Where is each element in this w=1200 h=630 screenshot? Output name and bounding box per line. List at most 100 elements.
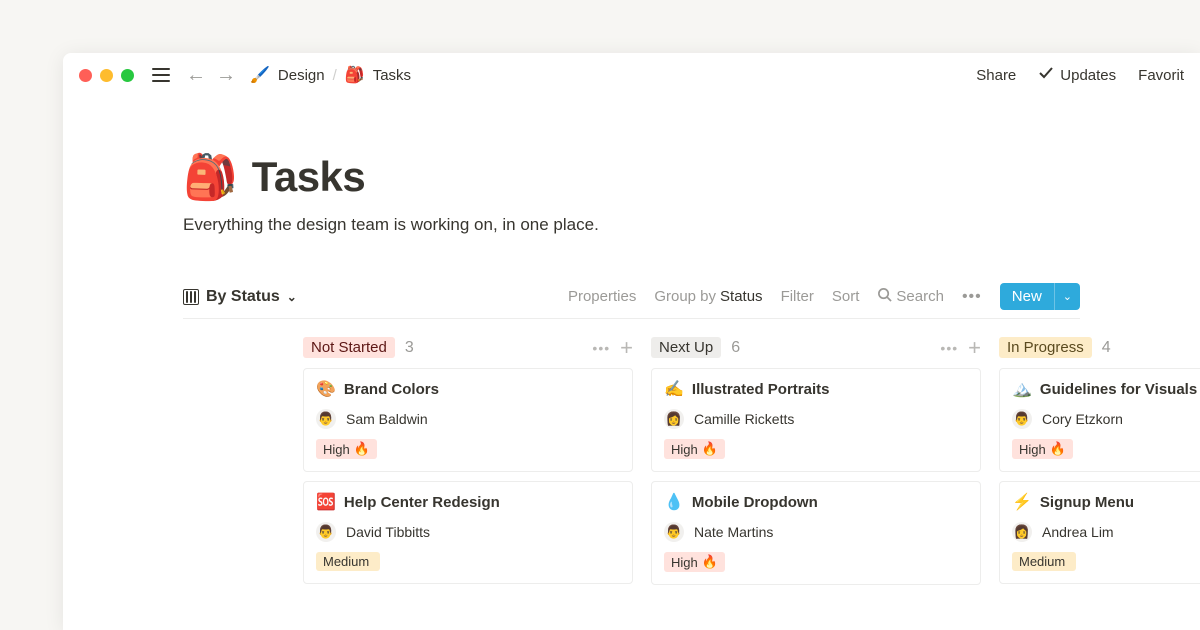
view-selector[interactable]: By Status ⌄ — [183, 288, 297, 306]
breadcrumb-parent-icon: 🖌️ — [250, 65, 270, 85]
priority-label: Medium — [1019, 554, 1065, 569]
card-title-row: 🏔️ Guidelines for Visuals — [1012, 379, 1200, 399]
card-assignee: 👨 Nate Martins — [664, 522, 968, 542]
card-title-row: ⚡ Signup Menu — [1012, 492, 1200, 512]
column-add-button[interactable]: + — [620, 340, 633, 356]
assignee-name: Andrea Lim — [1042, 524, 1114, 540]
avatar: 👨 — [316, 522, 336, 542]
task-card[interactable]: 🎨 Brand Colors 👨 Sam Baldwin High 🔥 — [303, 368, 633, 472]
card-icon: ✍️ — [664, 379, 684, 399]
avatar: 👨 — [664, 522, 684, 542]
priority-label: High — [323, 442, 350, 457]
column-actions: ••• + — [940, 340, 981, 356]
card-title: Signup Menu — [1040, 494, 1134, 511]
assignee-name: Camille Ricketts — [694, 411, 794, 427]
card-title: Illustrated Portraits — [692, 381, 830, 398]
column-count: 6 — [731, 339, 740, 357]
priority-tag: High 🔥 — [664, 439, 725, 459]
assignee-name: Sam Baldwin — [346, 411, 428, 427]
card-assignee: 👨 David Tibbitts — [316, 522, 620, 542]
assignee-name: Nate Martins — [694, 524, 773, 540]
task-card[interactable]: ⚡ Signup Menu 👩 Andrea Lim Medium — [999, 481, 1200, 584]
avatar: 👨 — [1012, 409, 1032, 429]
share-button[interactable]: Share — [976, 67, 1016, 84]
column-status-tag[interactable]: In Progress — [999, 337, 1092, 358]
app-window: ← → 🖌️ Design / 🎒 Tasks Share Updates Fa… — [63, 53, 1200, 630]
check-icon — [1038, 65, 1054, 85]
column-actions: ••• + — [592, 340, 633, 356]
menu-icon[interactable] — [152, 68, 170, 82]
new-button-group: New ⌄ — [1000, 283, 1080, 310]
updates-label: Updates — [1060, 67, 1116, 84]
page-title[interactable]: Tasks — [252, 153, 365, 201]
more-options-button[interactable]: ••• — [962, 288, 982, 306]
priority-label: Medium — [323, 554, 369, 569]
favorite-button[interactable]: Favorit — [1138, 67, 1184, 84]
column-count: 3 — [405, 339, 414, 357]
priority-emoji-icon: 🔥 — [702, 441, 718, 457]
new-button-dropdown[interactable]: ⌄ — [1054, 283, 1080, 310]
priority-emoji-icon: 🔥 — [1050, 441, 1066, 457]
priority-emoji-icon: 🔥 — [354, 441, 370, 457]
view-label: By Status — [206, 288, 280, 306]
maximize-window-button[interactable] — [121, 69, 134, 82]
card-assignee: 👨 Cory Etzkorn — [1012, 409, 1200, 429]
avatar: 👩 — [664, 409, 684, 429]
task-card[interactable]: 🏔️ Guidelines for Visuals 👨 Cory Etzkorn… — [999, 368, 1200, 472]
priority-label: High — [671, 555, 698, 570]
task-card[interactable]: 💧 Mobile Dropdown 👨 Nate Martins High 🔥 — [651, 481, 981, 585]
breadcrumb-parent[interactable]: Design — [278, 67, 325, 84]
task-card[interactable]: 🆘 Help Center Redesign 👨 David Tibbitts … — [303, 481, 633, 584]
column-count: 4 — [1102, 339, 1111, 357]
groupby-button[interactable]: Group by Status — [654, 288, 762, 305]
topbar-actions: Share Updates Favorit — [976, 65, 1184, 85]
sort-button[interactable]: Sort — [832, 288, 860, 305]
breadcrumb-separator: / — [333, 67, 337, 84]
task-card[interactable]: ✍️ Illustrated Portraits 👩 Camille Ricke… — [651, 368, 981, 472]
priority-tag: Medium — [316, 552, 380, 571]
breadcrumb: 🖌️ Design / 🎒 Tasks — [250, 65, 411, 85]
avatar: 👩 — [1012, 522, 1032, 542]
column-status-tag[interactable]: Not Started — [303, 337, 395, 358]
new-button[interactable]: New — [1000, 283, 1054, 310]
page-header: 🎒 Tasks — [183, 151, 1080, 203]
card-assignee: 👩 Andrea Lim — [1012, 522, 1200, 542]
column-not_started: Not Started 3 ••• + 🎨 Brand Colors 👨 Sam… — [303, 337, 633, 594]
search-label: Search — [896, 288, 944, 305]
assignee-name: David Tibbitts — [346, 524, 430, 540]
kanban-board: Not Started 3 ••• + 🎨 Brand Colors 👨 Sam… — [63, 337, 1200, 594]
column-more-button[interactable]: ••• — [592, 340, 610, 356]
search-button[interactable]: Search — [877, 287, 944, 306]
close-window-button[interactable] — [79, 69, 92, 82]
priority-emoji-icon: 🔥 — [702, 554, 718, 570]
column-in_progress: In Progress 4 ••• + 🏔️ Guidelines for Vi… — [999, 337, 1200, 594]
page-content: 🎒 Tasks Everything the design team is wo… — [63, 93, 1200, 594]
page-icon[interactable]: 🎒 — [183, 151, 238, 203]
column-header: In Progress 4 ••• + — [999, 337, 1200, 358]
filter-button[interactable]: Filter — [781, 288, 814, 305]
column-status-tag[interactable]: Next Up — [651, 337, 721, 358]
column-add-button[interactable]: + — [968, 340, 981, 356]
column-header: Next Up 6 ••• + — [651, 337, 981, 358]
card-icon: 💧 — [664, 492, 684, 512]
card-icon: 🆘 — [316, 492, 336, 512]
properties-button[interactable]: Properties — [568, 288, 636, 305]
forward-button[interactable]: → — [216, 65, 236, 85]
priority-tag: High 🔥 — [664, 552, 725, 572]
window-controls — [79, 69, 134, 82]
updates-button[interactable]: Updates — [1038, 65, 1116, 85]
minimize-window-button[interactable] — [100, 69, 113, 82]
back-button[interactable]: ← — [186, 65, 206, 85]
card-title-row: 🎨 Brand Colors — [316, 379, 620, 399]
column-more-button[interactable]: ••• — [940, 340, 958, 356]
card-title-row: ✍️ Illustrated Portraits — [664, 379, 968, 399]
card-icon: 🎨 — [316, 379, 336, 399]
groupby-value: Status — [720, 288, 763, 305]
board-icon — [183, 289, 199, 305]
search-icon — [877, 287, 892, 306]
column-next_up: Next Up 6 ••• + ✍️ Illustrated Portraits… — [651, 337, 981, 594]
breadcrumb-current[interactable]: Tasks — [373, 67, 411, 84]
card-title: Help Center Redesign — [344, 494, 500, 511]
view-toolbar: By Status ⌄ Properties Group by Status F… — [183, 283, 1080, 318]
page-description[interactable]: Everything the design team is working on… — [183, 215, 1080, 235]
